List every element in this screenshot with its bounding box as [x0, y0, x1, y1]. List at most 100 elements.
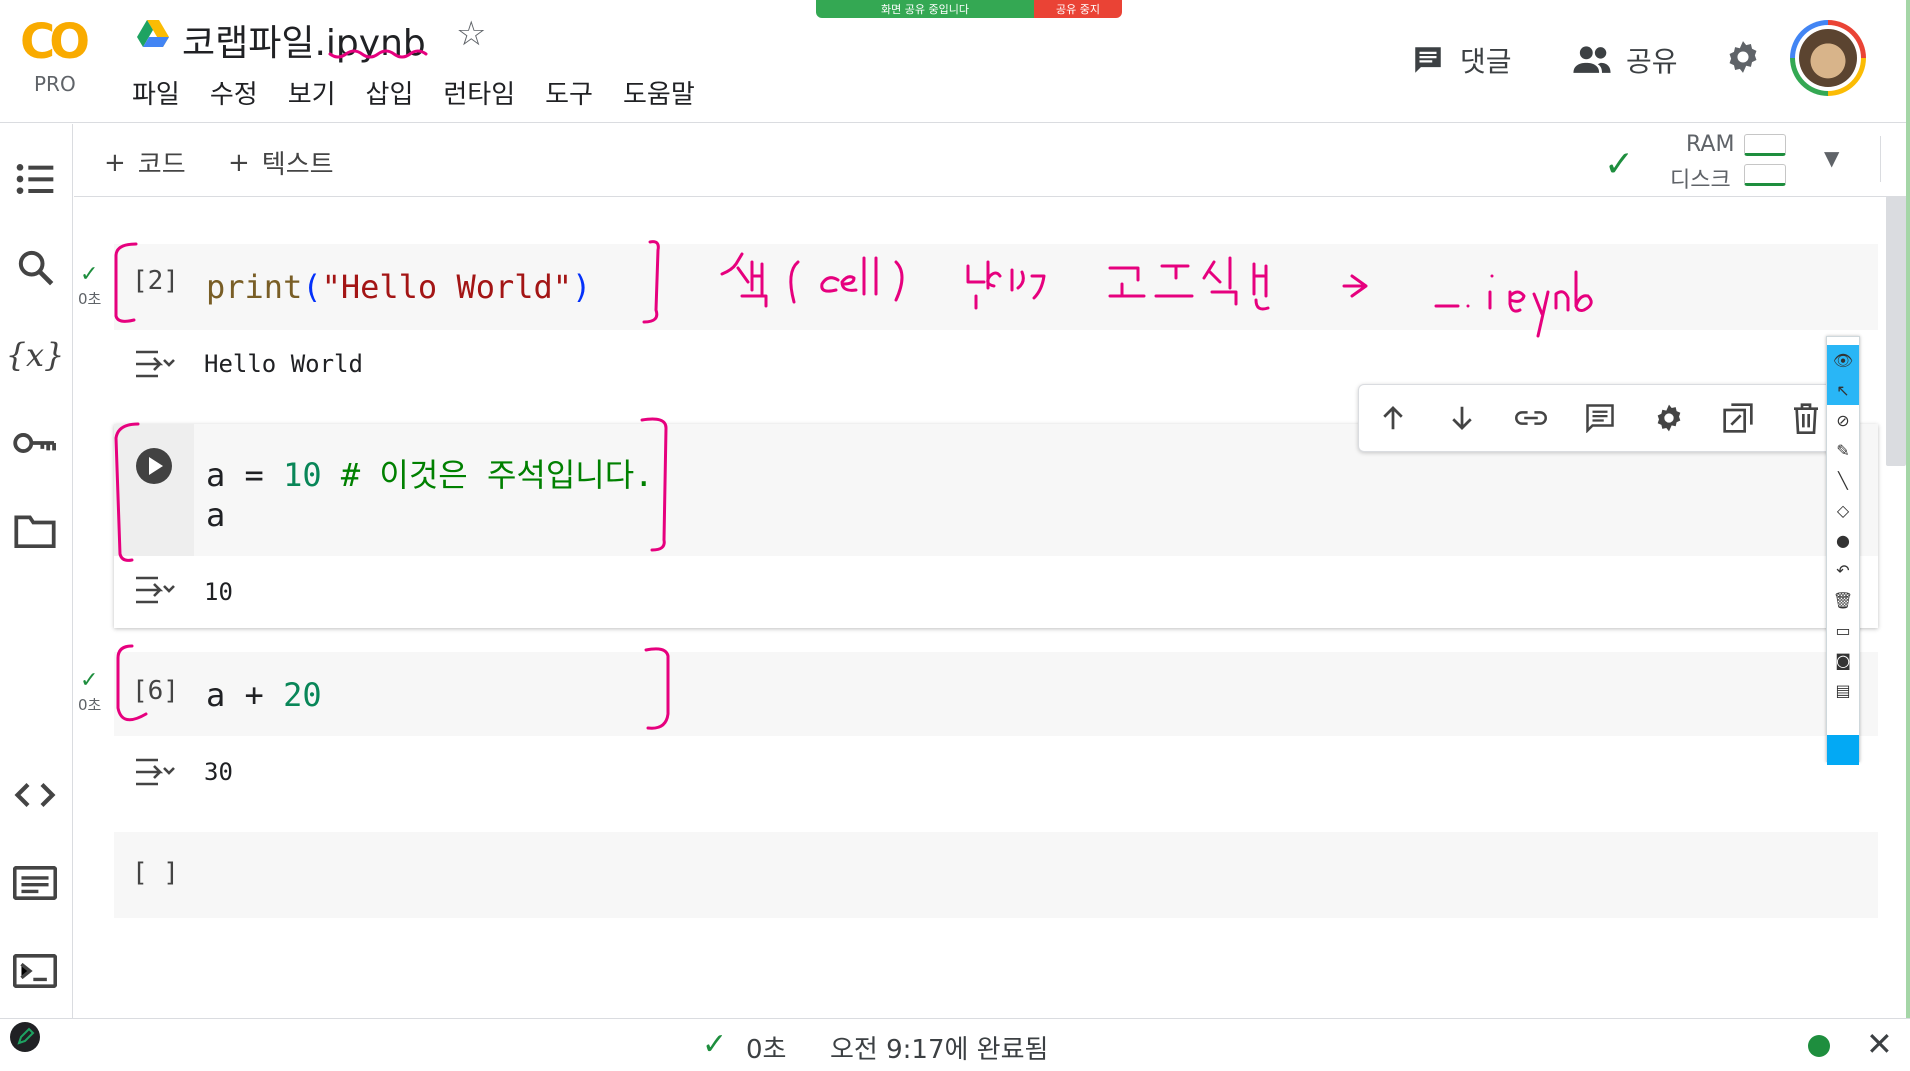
camera-icon[interactable]: ◙ — [1827, 645, 1859, 675]
comment-icon[interactable] — [1581, 399, 1619, 437]
annotation-tool-palette: 👁 ↖ ⊘ ✎ ╲ ◇ ● ↶ 🗑 ▭ ◙ ▤ — [1826, 336, 1860, 765]
code-cell-4-empty[interactable]: [ ] — [114, 832, 1878, 918]
gear-icon[interactable] — [1724, 38, 1762, 76]
delete-icon[interactable] — [1787, 399, 1825, 437]
cell1-prompt[interactable]: [2] — [132, 266, 179, 296]
cell1-exec-time: 0초 — [78, 290, 102, 308]
connected-check-icon[interactable]: ✓ — [1604, 144, 1634, 185]
files-folder-icon[interactable] — [12, 508, 58, 554]
terminal-icon[interactable] — [12, 948, 58, 994]
account-avatar[interactable] — [1790, 20, 1866, 96]
dot-icon[interactable]: ● — [1827, 525, 1859, 555]
comment-button[interactable]: 댓글 — [1410, 40, 1512, 80]
colab-logo-text: CO — [20, 14, 90, 70]
menu-help[interactable]: 도움말 — [623, 74, 695, 111]
screen-share-status: 화면 공유 중입니다 — [816, 0, 1034, 18]
ram-meter[interactable] — [1744, 134, 1786, 156]
cell1-success-icon: ✓ — [80, 262, 99, 287]
close-status-icon[interactable]: ✕ — [1866, 1025, 1893, 1063]
code-cell-3[interactable]: [6] a + 20 — [114, 652, 1878, 736]
cell2-gutter — [114, 424, 194, 556]
status-message[interactable]: 오전 9:17에 완료됨 — [830, 1029, 1048, 1066]
cursor-icon[interactable]: ↖ — [1827, 375, 1859, 405]
clipboard-icon[interactable]: ▤ — [1827, 675, 1859, 705]
code-cell-2[interactable]: a = 10 # 이것은 주석입니다. a 10 — [114, 424, 1878, 628]
eye-icon[interactable]: 👁 — [1827, 345, 1859, 375]
cell3-prompt[interactable]: [6] — [132, 676, 179, 706]
disk-label: 디스크 — [1670, 168, 1731, 193]
run-cell-play-icon[interactable] — [134, 446, 174, 486]
output-actions-icon[interactable] — [134, 572, 178, 608]
cell2-code-line2: a — [206, 496, 226, 534]
cell3-exec-time: 0초 — [78, 696, 102, 714]
output-actions-icon[interactable] — [134, 346, 178, 382]
search-icon[interactable] — [12, 244, 58, 290]
share-button[interactable]: 공유 — [1572, 40, 1678, 80]
menu-runtime[interactable]: 런타임 — [443, 74, 515, 111]
add-code-cell-button[interactable]: + 코드 — [104, 144, 186, 181]
stop-sharing-button[interactable]: 공유 중지 — [1034, 0, 1122, 18]
cell2-output: 10 — [204, 578, 233, 606]
notebook-title[interactable]: 코랩파일.ipynb — [182, 14, 426, 66]
cell3-success-icon: ✓ — [80, 668, 99, 693]
eraser-icon[interactable]: ◇ — [1827, 495, 1859, 525]
notebook-toolbar: + 코드 + 텍스트 ✓ RAM 디스크 ▼ ⌃ — [74, 124, 1910, 197]
color-swatches[interactable] — [1827, 705, 1859, 735]
link-icon[interactable] — [1512, 399, 1550, 437]
code-token: 10 — [283, 456, 322, 494]
pro-badge: PRO — [34, 72, 76, 96]
cell4-prompt[interactable]: [ ] — [132, 858, 179, 888]
avatar-image — [1799, 29, 1857, 87]
code-cell-1[interactable]: [2] print("Hello World") — [114, 244, 1878, 330]
variables-icon[interactable]: {x} — [6, 332, 65, 378]
google-drive-icon[interactable] — [136, 18, 170, 50]
people-icon — [1573, 46, 1611, 73]
cell-toolbar — [1358, 384, 1842, 452]
status-check-icon: ✓ — [702, 1027, 728, 1062]
code-snippets-icon[interactable] — [12, 772, 58, 818]
move-down-icon[interactable] — [1443, 399, 1481, 437]
move-up-icon[interactable] — [1374, 399, 1412, 437]
menu-view[interactable]: 보기 — [288, 74, 336, 111]
line-icon[interactable]: ╲ — [1827, 465, 1859, 495]
whiteboard-icon[interactable]: ▭ — [1827, 615, 1859, 645]
annotation-pen-toggle-icon[interactable] — [10, 1022, 40, 1052]
cell3-code[interactable]: a + 20 — [206, 676, 322, 714]
output-actions-icon[interactable] — [134, 754, 178, 790]
runtime-status-dot[interactable] — [1808, 1035, 1830, 1057]
runtime-dropdown-icon[interactable]: ▼ — [1824, 146, 1839, 170]
cell1-output: Hello World — [204, 350, 363, 378]
trash-icon[interactable]: 🗑 — [1827, 585, 1859, 615]
code-token: ) — [572, 268, 592, 306]
toc-icon[interactable] — [12, 156, 58, 202]
star-icon[interactable]: ☆ — [456, 14, 486, 54]
add-text-label: 텍스트 — [261, 150, 334, 180]
menu-insert[interactable]: 삽입 — [366, 74, 414, 111]
window-edge — [1906, 0, 1910, 1070]
settings-icon[interactable] — [1650, 399, 1688, 437]
code-token: 20 — [283, 676, 322, 714]
highlighter-icon[interactable]: ✎ — [1827, 435, 1859, 465]
disk-meter[interactable] — [1744, 164, 1786, 186]
command-palette-icon[interactable] — [12, 860, 58, 906]
plus-icon: + — [104, 147, 126, 178]
undo-icon[interactable]: ↶ — [1827, 555, 1859, 585]
share-label: 공유 — [1626, 45, 1678, 78]
code-token: # 이것은 주석입니다. — [321, 456, 654, 494]
header-bar: CO PRO 코랩파일.ipynb ☆ 파일 수정 보기 삽입 런타임 도구 도… — [0, 0, 1910, 123]
hide-pen-icon[interactable]: ⊘ — [1827, 405, 1859, 435]
colab-logo[interactable]: CO PRO — [18, 14, 108, 104]
selected-color-swatch[interactable] — [1827, 735, 1859, 765]
add-text-cell-button[interactable]: + 텍스트 — [228, 144, 334, 181]
code-token: a = — [206, 456, 284, 494]
code-token: "Hello World" — [321, 268, 573, 306]
status-exec-time: 0초 — [746, 1035, 787, 1065]
secrets-key-icon[interactable] — [12, 420, 58, 466]
menu-edit[interactable]: 수정 — [210, 74, 258, 111]
cell1-code[interactable]: print("Hello World") — [206, 268, 591, 306]
menu-tools[interactable]: 도구 — [545, 74, 593, 111]
notebook-scrollbar[interactable] — [1886, 196, 1906, 466]
menu-file[interactable]: 파일 — [132, 74, 180, 111]
mirror-cell-icon[interactable] — [1719, 399, 1757, 437]
left-sidebar: {x} — [0, 124, 73, 1018]
